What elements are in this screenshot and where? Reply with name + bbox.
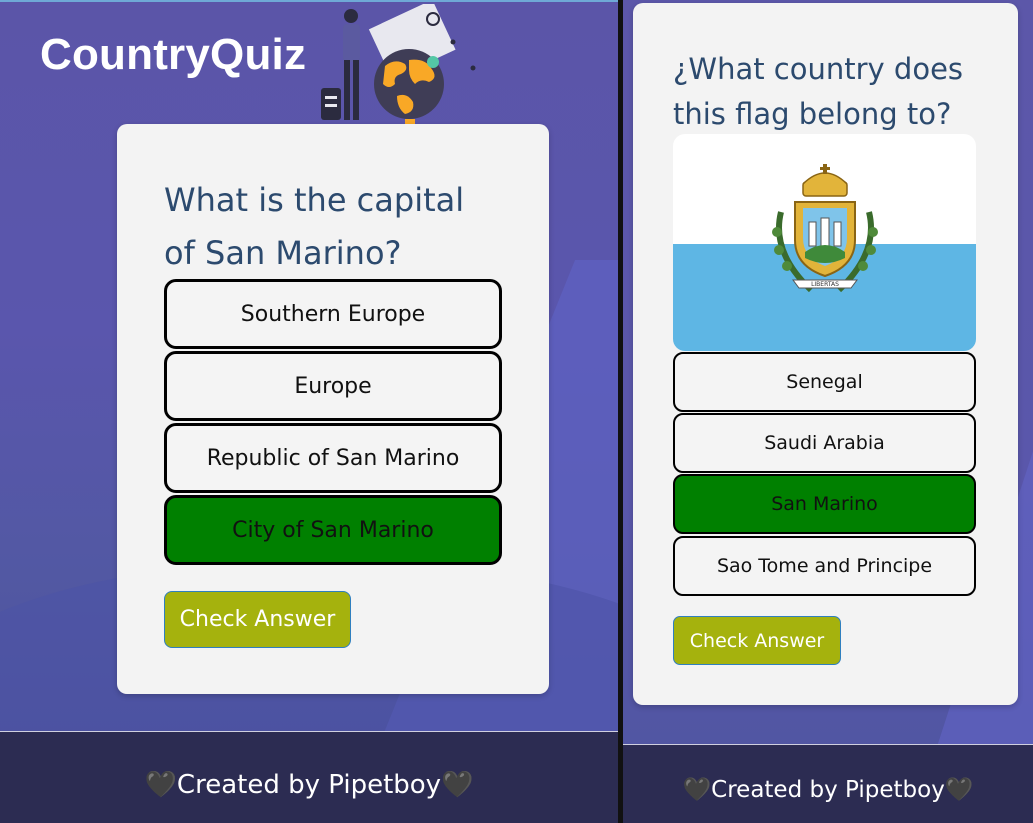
answer-option-label: Sao Tome and Principe — [716, 555, 933, 577]
heart-icon: 🖤 — [944, 777, 974, 804]
answer-option-label: City of San Marino — [232, 517, 434, 543]
question-card: ¿What country does this flag belong to? — [633, 3, 1018, 705]
answer-option-label: Europe — [294, 373, 372, 399]
answer-option-selected[interactable]: City of San Marino — [164, 495, 502, 565]
answer-option[interactable]: Europe — [164, 351, 502, 421]
question-text: ¿What country does this flag belong to? — [673, 52, 964, 131]
footer-text: Created by Pipetboy — [176, 770, 442, 800]
question-card: What is the capital of San Marino? South… — [117, 124, 549, 694]
footer: 🖤Created by Pipetboy🖤 — [623, 744, 1033, 823]
footer-text: Created by Pipetboy — [711, 777, 945, 803]
answer-option[interactable]: Saudi Arabia — [673, 413, 976, 473]
heart-icon: 🖤 — [144, 770, 177, 801]
footer-credit: 🖤Created by Pipetboy🖤 — [623, 776, 1033, 804]
flag-motto: LIBERTAS — [811, 281, 839, 288]
answer-option-label: Senegal — [786, 371, 863, 393]
question-text: What is the capital of San Marino? — [164, 181, 465, 272]
heart-icon: 🖤 — [682, 777, 712, 804]
san-marino-flag-image: LIBERTAS — [673, 134, 976, 351]
answer-option-label: Republic of San Marino — [206, 445, 460, 471]
capital-quiz-panel: CountryQuiz What is the capital of San M… — [0, 0, 618, 823]
footer-credit: 🖤Created by Pipetboy🖤 — [0, 770, 618, 801]
answer-option-selected[interactable]: San Marino — [673, 474, 976, 534]
check-answer-button[interactable]: Check Answer — [673, 616, 841, 665]
heart-icon: 🖤 — [441, 770, 474, 801]
answer-option[interactable]: Sao Tome and Principe — [673, 536, 976, 596]
coat-of-arms-icon: LIBERTAS — [772, 164, 878, 293]
answer-option-label: San Marino — [771, 493, 878, 515]
brand-title: CountryQuiz — [40, 30, 307, 79]
answer-option[interactable]: Senegal — [673, 352, 976, 412]
traveler-globe-illustration — [321, 4, 476, 125]
top-border — [0, 0, 618, 2]
app-stage: CountryQuiz What is the capital of San M… — [0, 0, 1033, 823]
check-answer-button[interactable]: Check Answer — [164, 591, 351, 648]
answer-option-label: Saudi Arabia — [764, 432, 885, 454]
answer-option-label: Southern Europe — [240, 301, 426, 327]
flag-quiz-panel: ¿What country does this flag belong to? — [623, 0, 1033, 823]
footer: 🖤Created by Pipetboy🖤 — [0, 731, 618, 823]
answer-option[interactable]: Republic of San Marino — [164, 423, 502, 493]
answer-option[interactable]: Southern Europe — [164, 279, 502, 349]
